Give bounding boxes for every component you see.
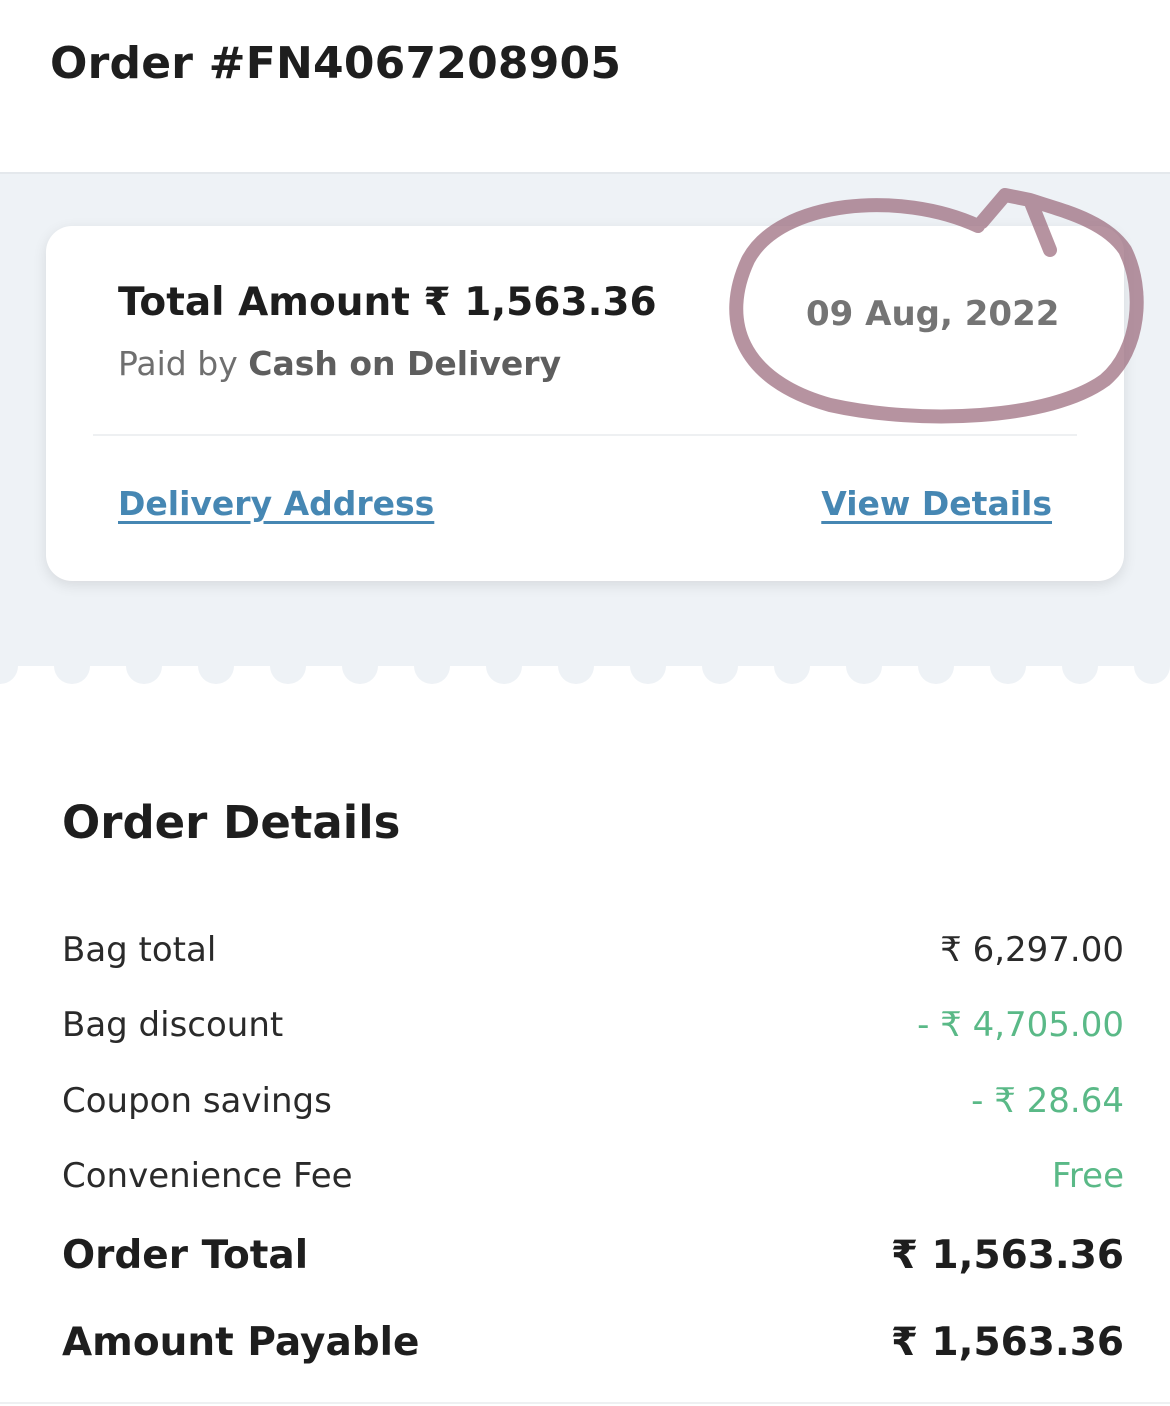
coupon-savings-value: - ₹ 28.64 bbox=[971, 1081, 1124, 1121]
order-total-label: Order Total bbox=[62, 1233, 309, 1278]
bag-discount-value: - ₹ 4,705.00 bbox=[917, 1005, 1124, 1045]
bag-total-label: Bag total bbox=[62, 930, 217, 970]
order-date: 09 Aug, 2022 bbox=[806, 294, 1060, 334]
coupon-savings-label: Coupon savings bbox=[62, 1081, 332, 1121]
view-details-link[interactable]: View Details bbox=[821, 484, 1052, 523]
order-total-row: Order Total ₹ 1,563.36 bbox=[62, 1233, 1124, 1278]
convenience-fee-value: Free bbox=[1051, 1156, 1124, 1196]
bottom-divider bbox=[0, 1402, 1170, 1404]
convenience-fee-row: Convenience Fee Free bbox=[62, 1156, 1124, 1196]
order-total-value: ₹ 1,563.36 bbox=[890, 1233, 1124, 1278]
bag-total-value: ₹ 6,297.00 bbox=[940, 930, 1124, 970]
amount-payable-value: ₹ 1,563.36 bbox=[890, 1320, 1124, 1365]
scallop-edge bbox=[0, 662, 1170, 684]
order-details-title: Order Details bbox=[62, 796, 401, 849]
coupon-savings-row: Coupon savings - ₹ 28.64 bbox=[62, 1081, 1124, 1121]
bag-total-row: Bag total ₹ 6,297.00 bbox=[62, 930, 1124, 970]
card-divider bbox=[93, 434, 1077, 436]
order-summary-card: Total Amount ₹ 1,563.36 Paid by Cash on … bbox=[46, 226, 1124, 581]
order-page: Order #FN4067208905 Total Amount ₹ 1,563… bbox=[0, 0, 1170, 1406]
delivery-address-link[interactable]: Delivery Address bbox=[118, 484, 434, 523]
convenience-fee-label: Convenience Fee bbox=[62, 1156, 353, 1196]
payment-method: Paid by Cash on Delivery bbox=[118, 344, 561, 383]
bag-discount-label: Bag discount bbox=[62, 1005, 284, 1045]
bag-discount-row: Bag discount - ₹ 4,705.00 bbox=[62, 1005, 1124, 1045]
amount-payable-label: Amount Payable bbox=[62, 1320, 420, 1365]
total-amount-value: ₹ 1,563.36 bbox=[423, 280, 657, 325]
page-title: Order #FN4067208905 bbox=[50, 38, 622, 89]
amount-payable-row: Amount Payable ₹ 1,563.36 bbox=[62, 1320, 1124, 1365]
page-header: Order #FN4067208905 bbox=[0, 0, 1170, 172]
payment-method-value: Cash on Delivery bbox=[248, 344, 562, 383]
paid-by-prefix: Paid by bbox=[118, 344, 238, 383]
total-amount: Total Amount ₹ 1,563.36 bbox=[118, 280, 657, 325]
total-amount-label: Total Amount bbox=[118, 280, 410, 325]
